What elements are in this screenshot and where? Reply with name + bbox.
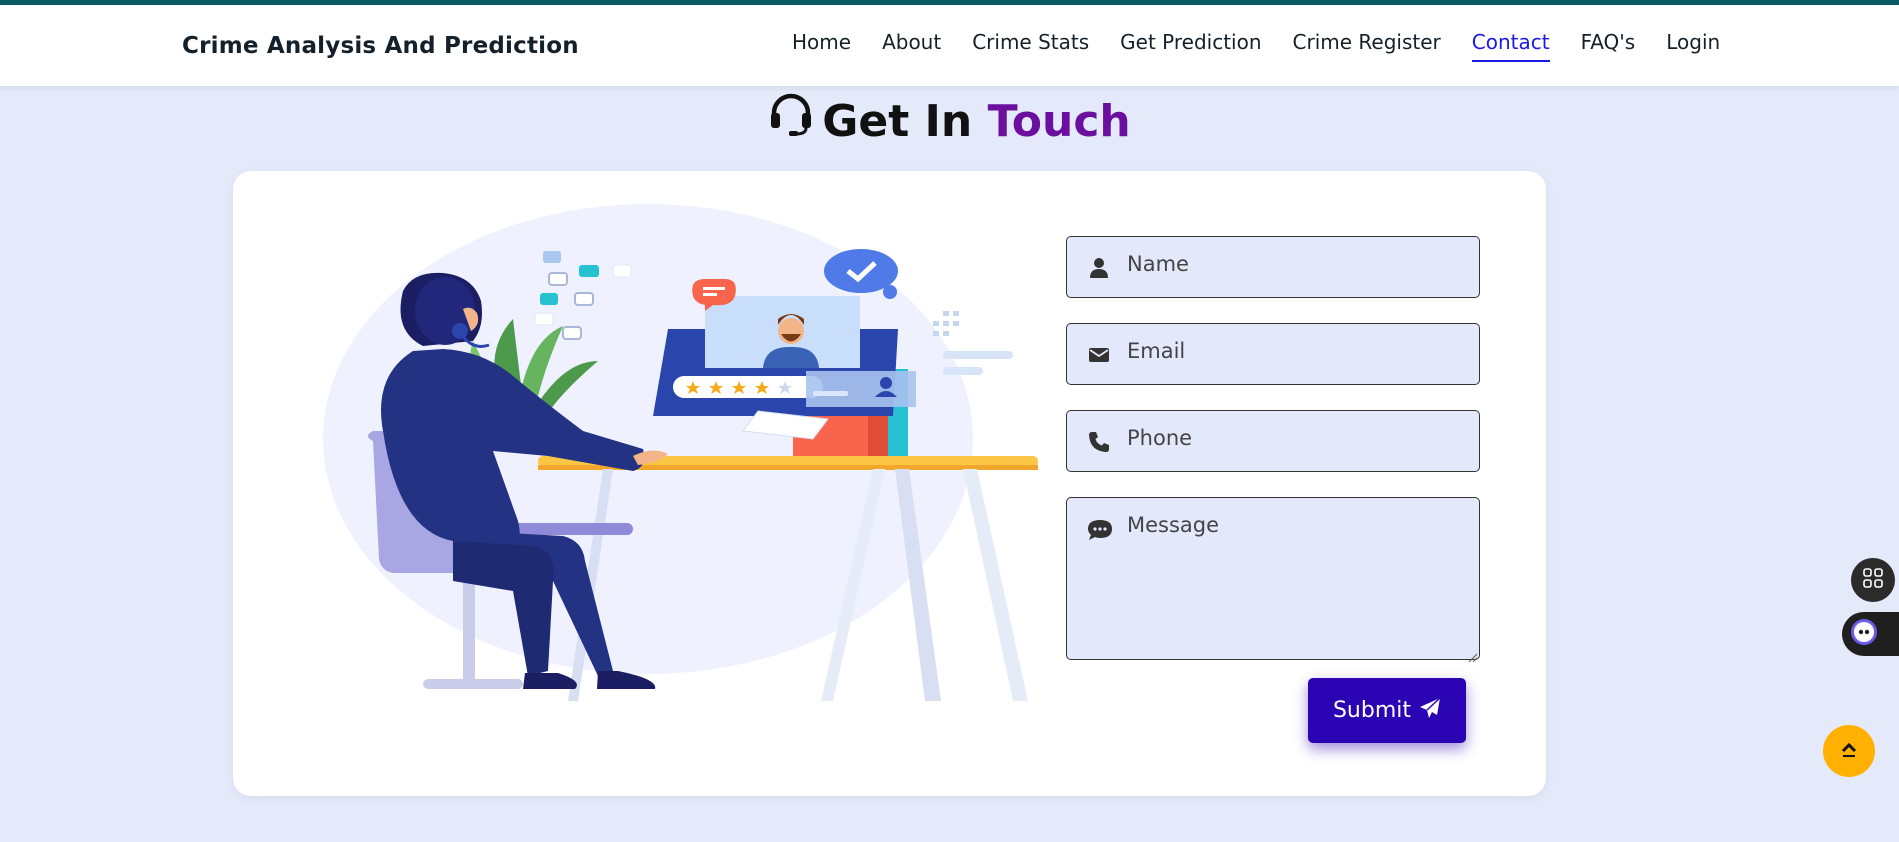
nav-home[interactable]: Home: [792, 30, 851, 62]
assistant-launcher-button[interactable]: [1842, 612, 1899, 656]
resize-handle-icon[interactable]: [1467, 647, 1478, 663]
grid-icon: [1862, 567, 1884, 593]
paper-plane-icon: [1419, 696, 1441, 725]
navbar: Crime Analysis And Prediction Home About…: [0, 5, 1899, 86]
title-text: Get In: [822, 96, 973, 147]
nav-crime-register[interactable]: Crime Register: [1293, 30, 1441, 62]
chat-bubble-icon: [1087, 518, 1112, 542]
chevron-up-icon: [1838, 738, 1860, 764]
nav-get-prediction[interactable]: Get Prediction: [1120, 30, 1261, 62]
assistant-bot-icon: [1850, 618, 1878, 650]
name-placeholder: Name: [1127, 252, 1189, 276]
nav-contact[interactable]: Contact: [1471, 30, 1550, 62]
customer-support-illustration: [313, 201, 1053, 721]
title-accent: Touch: [987, 96, 1131, 147]
main-nav: Home About Crime Stats Get Prediction Cr…: [792, 30, 1751, 62]
nav-faqs[interactable]: FAQ's: [1581, 30, 1636, 62]
envelope-icon: [1087, 343, 1111, 367]
headset-icon: [768, 91, 814, 148]
apps-grid-button[interactable]: [1851, 558, 1895, 602]
name-field[interactable]: Name: [1066, 236, 1480, 298]
phone-placeholder: Phone: [1127, 426, 1193, 450]
scroll-to-top-button[interactable]: [1823, 725, 1875, 777]
submit-button[interactable]: Submit: [1308, 678, 1466, 743]
phone-field[interactable]: Phone: [1066, 410, 1480, 472]
message-field[interactable]: Message: [1066, 497, 1480, 663]
email-field[interactable]: Email: [1066, 323, 1480, 385]
phone-icon: [1087, 430, 1111, 454]
email-placeholder: Email: [1127, 339, 1186, 363]
nav-crime-stats[interactable]: Crime Stats: [972, 30, 1089, 62]
message-placeholder: Message: [1127, 513, 1220, 537]
user-icon: [1087, 256, 1111, 280]
brand-title[interactable]: Crime Analysis And Prediction: [182, 33, 579, 59]
nav-about[interactable]: About: [882, 30, 941, 62]
nav-login[interactable]: Login: [1666, 30, 1720, 62]
contact-card: Name Email Phone Message Submit: [233, 171, 1546, 796]
page-title: Get In Touch: [0, 93, 1899, 148]
submit-label: Submit: [1332, 698, 1412, 723]
